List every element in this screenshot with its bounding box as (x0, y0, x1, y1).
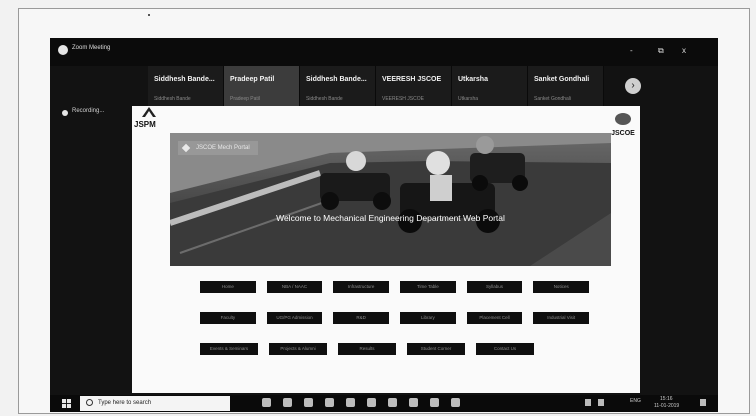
participant-subname: Sanket Gondhali (534, 96, 571, 102)
close-button[interactable]: x (682, 46, 686, 55)
menu-button[interactable]: Faculty (200, 312, 256, 324)
participant-subname: Utkarsha (458, 96, 479, 102)
participant-name: Siddhesh Bande... (306, 76, 367, 83)
folder-icon[interactable] (430, 398, 439, 407)
recording-icon (62, 110, 68, 116)
search-placeholder: Type here to search (98, 400, 152, 406)
network-icon[interactable] (585, 399, 591, 406)
volume-icon[interactable] (598, 399, 604, 406)
participant-subname: VEERESH JSCOE (382, 96, 424, 102)
site-badge[interactable]: JSCOE Mech Portal (178, 141, 258, 155)
menu-button[interactable]: Home (200, 281, 256, 293)
jspm-logo: JSPM (134, 106, 164, 132)
next-participants-button[interactable]: › (625, 78, 641, 94)
menu-button[interactable]: Library (400, 312, 456, 324)
participant-name: VEERESH JSCOE (382, 76, 442, 83)
participant-name: Pradeep Patil (230, 76, 275, 83)
welcome-heading: Welcome to Mechanical Engineering Depart… (276, 213, 505, 223)
menu-button[interactable]: Student Corner (407, 343, 465, 355)
participant-name: Sanket Gondhali (534, 76, 590, 83)
restore-button[interactable]: ⧉ (658, 46, 664, 56)
menu-row: Faculty UG/PG Admission R&D Library Plac… (200, 312, 600, 324)
cortana-icon[interactable] (262, 398, 271, 407)
menu-button[interactable]: NBA / NAAC (266, 281, 323, 293)
menu-button[interactable]: Results (338, 343, 396, 355)
menu-button[interactable]: Industrial Visit (533, 312, 590, 324)
menu-button[interactable]: Events & Seminars (200, 343, 258, 355)
participant-subname: Siddhesh Bande (154, 96, 191, 102)
file-explorer-icon[interactable] (325, 398, 334, 407)
store-icon[interactable] (346, 398, 355, 407)
pinned-apps (262, 398, 472, 407)
site-badge-label: JSCOE Mech Portal (196, 145, 250, 151)
menu-button[interactable]: Placement Cell (466, 312, 523, 324)
zoom-window: Zoom Meeting - ⧉ x Siddhesh Bande... Sid… (50, 38, 718, 412)
minimize-button[interactable]: - (630, 46, 633, 55)
participant-name: Siddhesh Bande... (154, 76, 215, 83)
menu-button[interactable]: Syllabus (466, 281, 523, 293)
portal-menu: Home NBA / NAAC Infrastructure Time Tabl… (200, 281, 600, 374)
participant-subname: Siddhesh Bande (306, 96, 343, 102)
windows-start-icon[interactable] (62, 399, 71, 408)
menu-row: Home NBA / NAAC Infrastructure Time Tabl… (200, 281, 600, 293)
language-indicator[interactable]: ENG (630, 398, 641, 404)
action-center-icon[interactable] (700, 399, 706, 406)
menu-row: Events & Seminars Projects & Alumni Resu… (200, 343, 600, 355)
clock-date[interactable]: 11-01-2019 (654, 403, 679, 409)
chrome-icon[interactable] (388, 398, 397, 407)
edge-icon[interactable] (304, 398, 313, 407)
mail-icon[interactable] (367, 398, 376, 407)
zoom-taskbar-icon[interactable] (451, 398, 460, 407)
home-icon (181, 143, 191, 153)
jspm-logo-text: JSPM (134, 120, 156, 129)
title-bar: Zoom Meeting - ⧉ x (50, 38, 718, 66)
menu-button[interactable]: Infrastructure (333, 281, 390, 293)
menu-button[interactable]: Contact Us (476, 343, 534, 355)
window-title: Zoom Meeting (72, 45, 111, 51)
recording-indicator[interactable]: Recording... (72, 108, 104, 114)
task-view-icon[interactable] (283, 398, 292, 407)
jspm-emblem-icon (142, 107, 156, 117)
taskbar-search-box[interactable]: Type here to search (80, 396, 230, 411)
hero-banner: JSCOE Mech Portal Welcome to Mechanical … (170, 133, 611, 266)
menu-button[interactable]: Notices (533, 281, 590, 293)
menu-button[interactable]: Projects & Alumni (269, 343, 327, 355)
jscoe-logo: JSCOE (608, 112, 638, 138)
menu-button[interactable]: R&D (333, 312, 390, 324)
search-icon (86, 399, 93, 406)
participant-subname: Pradeep Patil (230, 96, 261, 102)
jscoe-logo-text: JSCOE (611, 130, 635, 137)
menu-button[interactable]: UG/PG Admission (266, 312, 323, 324)
vlc-icon[interactable] (409, 398, 418, 407)
shared-screen: JSPM JSCOE JSCOE Mech Portal Welcome to … (132, 106, 640, 403)
speck (148, 14, 150, 16)
zoom-app-icon (58, 45, 68, 55)
menu-button[interactable]: Time Table (400, 281, 456, 293)
clock-time[interactable]: 15:16 (660, 396, 673, 402)
windows-taskbar: Type here to search ENG 15:16 11-01-2019 (50, 395, 718, 412)
jscoe-seal-icon (615, 113, 631, 125)
participant-name: Utkarsha (458, 76, 488, 83)
